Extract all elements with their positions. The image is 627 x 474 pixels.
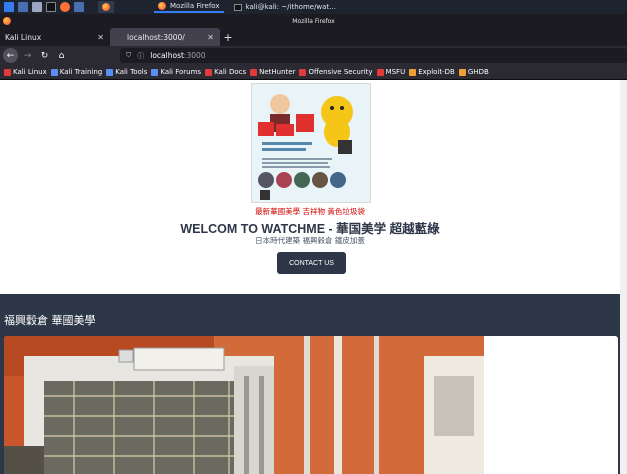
page-favicon-icon bbox=[115, 33, 123, 41]
kali-icon bbox=[4, 68, 11, 76]
bookmark-kali-training[interactable]: Kali Training bbox=[50, 68, 102, 76]
window-title: Mozilla Firefox bbox=[292, 17, 335, 25]
shield-icon[interactable]: ⛉ bbox=[126, 51, 131, 60]
url-bar[interactable]: ⛉ ⓘ localhost:3000 bbox=[120, 48, 627, 63]
kali-training-icon bbox=[50, 68, 58, 76]
url-text[interactable]: localhost:3000 bbox=[150, 51, 205, 60]
contact-us-button[interactable]: CONTACT US bbox=[277, 252, 346, 274]
taskbar-task-terminal[interactable]: kali@kali: ~/ithome/wat... bbox=[230, 1, 340, 13]
bookmark-nethunter[interactable]: NetHunter bbox=[250, 68, 295, 76]
nethunter-icon bbox=[250, 68, 258, 76]
page-scrollbar[interactable] bbox=[620, 80, 627, 474]
terminal-launcher-icon[interactable] bbox=[46, 2, 56, 12]
tab-strip: Kali Linux ✕ localhost:3000/ ✕ + bbox=[0, 28, 627, 46]
taskbar-firefox-thumb[interactable] bbox=[98, 1, 114, 13]
taskbar-task-firefox[interactable]: Mozilla Firefox bbox=[154, 1, 224, 13]
msfu-icon bbox=[376, 68, 384, 76]
taskbar-task-label: Mozilla Firefox bbox=[170, 2, 220, 10]
show-desktop-icon[interactable] bbox=[18, 2, 28, 12]
exploit-db-icon bbox=[409, 68, 417, 76]
bookmark-kali-tools[interactable]: Kali Tools bbox=[106, 68, 147, 76]
poster-image bbox=[251, 83, 371, 203]
kali-tools-icon bbox=[106, 68, 114, 76]
kali-forums-icon bbox=[151, 68, 159, 76]
close-icon[interactable]: ✕ bbox=[97, 33, 104, 42]
desktop-taskbar: Mozilla Firefox kali@kali: ~/ithome/wat.… bbox=[0, 0, 627, 14]
navigation-toolbar: ← → ↻ ⌂ ⛉ ⓘ localhost:3000 bbox=[0, 46, 627, 65]
bookmarks-toolbar: Kali Linux Kali Training Kali Tools Kali… bbox=[0, 65, 627, 80]
poster-caption: 最新華國美學 吉祥物 黃色垃圾袋 bbox=[255, 207, 365, 216]
reload-button[interactable]: ↻ bbox=[37, 48, 52, 63]
bookmark-exploit-db[interactable]: Exploit-DB bbox=[409, 68, 455, 76]
bookmark-offensive-security[interactable]: Offensive Security bbox=[299, 68, 373, 76]
bookmark-msfu[interactable]: MSFU bbox=[376, 68, 405, 76]
terminal-icon bbox=[233, 3, 242, 11]
page-subtitle: 日本時代建築 福興穀倉 鐵皮加蓋 bbox=[255, 236, 365, 245]
bookmark-kali-docs[interactable]: Kali Docs bbox=[205, 68, 246, 76]
forward-button[interactable]: → bbox=[20, 48, 35, 63]
section-title: 福興穀倉 華國美學 bbox=[4, 314, 96, 327]
tab-kali-linux[interactable]: Kali Linux ✕ bbox=[0, 28, 110, 46]
photo-card bbox=[4, 336, 618, 474]
file-manager-icon[interactable] bbox=[32, 2, 42, 12]
building-photo bbox=[4, 336, 484, 474]
bookmark-kali-linux[interactable]: Kali Linux bbox=[4, 68, 47, 76]
tab-label: localhost:3000/ bbox=[127, 32, 185, 42]
new-tab-button[interactable]: + bbox=[220, 28, 236, 46]
close-icon[interactable]: ✕ bbox=[207, 33, 214, 42]
window-titlebar: Mozilla Firefox bbox=[0, 14, 627, 28]
firefox-icon bbox=[102, 3, 110, 11]
tab-localhost[interactable]: localhost:3000/ ✕ bbox=[110, 28, 220, 46]
bookmark-ghdb[interactable]: GHDB bbox=[458, 68, 489, 76]
taskbar-task-label: kali@kali: ~/ithome/wat... bbox=[245, 3, 336, 11]
offsec-icon bbox=[299, 68, 307, 76]
back-button[interactable]: ← bbox=[3, 48, 18, 63]
page-content: 最新華國美學 吉祥物 黃色垃圾袋 WELCOM TO WATCHME - 華国美… bbox=[0, 80, 620, 474]
gallery-section: 福興穀倉 華國美學 bbox=[0, 294, 620, 474]
kali-menu-icon[interactable] bbox=[4, 2, 14, 12]
home-button[interactable]: ⌂ bbox=[54, 48, 69, 63]
kali-docs-icon bbox=[205, 68, 213, 76]
workspace-icon[interactable] bbox=[74, 2, 84, 12]
info-icon[interactable]: ⓘ bbox=[137, 51, 144, 61]
firefox-icon bbox=[158, 2, 166, 10]
bookmark-kali-forums[interactable]: Kali Forums bbox=[151, 68, 201, 76]
firefox-icon bbox=[3, 17, 11, 25]
tab-label: Kali Linux bbox=[5, 32, 42, 42]
ghdb-icon bbox=[458, 68, 466, 76]
firefox-launcher-icon[interactable] bbox=[60, 2, 70, 12]
